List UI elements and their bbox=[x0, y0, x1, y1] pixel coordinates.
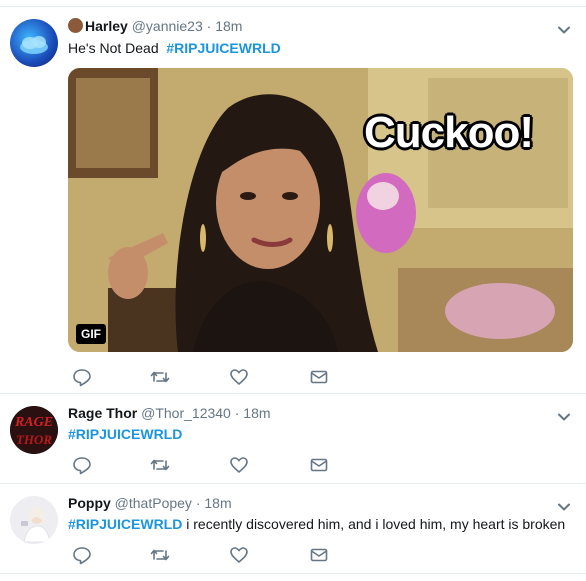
tweet-divider bbox=[0, 573, 586, 574]
rage-thor-avatar-image: RAGE THOR bbox=[10, 406, 58, 454]
hashtag-link[interactable]: #RIPJUICEWRLD bbox=[68, 516, 182, 532]
hashtag-link[interactable]: #RIPJUICEWRLD bbox=[166, 40, 280, 56]
flexed-arm-emoji-icon bbox=[68, 18, 83, 33]
direct-message-icon[interactable] bbox=[309, 455, 329, 475]
tweet-text: He's Not Dead #RIPJUICEWRLD bbox=[68, 40, 281, 56]
gif-badge: GIF bbox=[76, 324, 106, 344]
tweet-text: #RIPJUICEWRLD i recently discovered him,… bbox=[68, 516, 565, 532]
tweet-actions bbox=[68, 455, 348, 475]
direct-message-icon[interactable] bbox=[309, 545, 329, 565]
separator-dot: · bbox=[195, 495, 201, 511]
tweet-body: i recently discovered him, and i loved h… bbox=[186, 516, 566, 532]
gif-caption: Cuckoo! bbox=[364, 108, 534, 157]
avatar-poppy[interactable] bbox=[10, 496, 58, 544]
tweet-header: Harley @yannie23 · 18m bbox=[68, 18, 242, 34]
cloud-avatar-image bbox=[20, 36, 48, 54]
display-name[interactable]: Harley bbox=[85, 18, 128, 34]
like-icon[interactable] bbox=[229, 455, 249, 475]
tweet-body: He's Not Dead bbox=[68, 40, 159, 56]
reply-icon[interactable] bbox=[72, 455, 92, 475]
gif-media[interactable]: Cuckoo! GIF bbox=[68, 68, 573, 352]
avatar-text-bottom: THOR bbox=[16, 432, 52, 447]
like-icon[interactable] bbox=[229, 545, 249, 565]
tweet-poppy[interactable]: Poppy @thatPopey · 18m #RIPJUICEWRLD i r… bbox=[0, 484, 586, 573]
user-handle[interactable]: @thatPopey bbox=[115, 495, 192, 511]
user-handle[interactable]: @Thor_12340 bbox=[141, 405, 231, 421]
user-handle[interactable]: @yannie23 bbox=[132, 18, 203, 34]
tweet-header: Poppy @thatPopey · 18m bbox=[68, 495, 232, 511]
tweet-harley[interactable]: Harley @yannie23 · 18m He's Not Dead #RI… bbox=[0, 7, 586, 394]
tweet-text: #RIPJUICEWRLD bbox=[68, 426, 182, 442]
direct-message-icon[interactable] bbox=[309, 367, 329, 387]
avatar-rage-thor[interactable]: RAGE THOR bbox=[10, 406, 58, 454]
display-name[interactable]: Rage Thor bbox=[68, 405, 137, 421]
chevron-down-icon[interactable] bbox=[556, 409, 572, 425]
separator-dot: · bbox=[206, 18, 212, 34]
retweet-icon[interactable] bbox=[150, 455, 170, 475]
tweet-actions bbox=[68, 545, 348, 565]
chevron-down-icon[interactable] bbox=[556, 499, 572, 515]
separator-dot: · bbox=[234, 405, 240, 421]
avatar-text-top: RAGE bbox=[14, 415, 53, 430]
avatar-harley[interactable] bbox=[10, 19, 58, 67]
tweet-rage-thor[interactable]: RAGE THOR Rage Thor @Thor_12340 · 18m #R… bbox=[0, 394, 586, 483]
tweet-header: Rage Thor @Thor_12340 · 18m bbox=[68, 405, 271, 421]
chevron-down-icon[interactable] bbox=[556, 22, 572, 38]
tweet-actions bbox=[68, 367, 348, 387]
timestamp[interactable]: 18m bbox=[204, 495, 231, 511]
hashtag-link[interactable]: #RIPJUICEWRLD bbox=[68, 426, 182, 442]
reply-icon[interactable] bbox=[72, 367, 92, 387]
retweet-icon[interactable] bbox=[150, 367, 170, 387]
poppy-avatar-image bbox=[10, 496, 58, 544]
timestamp[interactable]: 18m bbox=[243, 405, 270, 421]
timestamp[interactable]: 18m bbox=[215, 18, 242, 34]
reply-icon[interactable] bbox=[72, 545, 92, 565]
display-name[interactable]: Poppy bbox=[68, 495, 111, 511]
retweet-icon[interactable] bbox=[150, 545, 170, 565]
like-icon[interactable] bbox=[229, 367, 249, 387]
